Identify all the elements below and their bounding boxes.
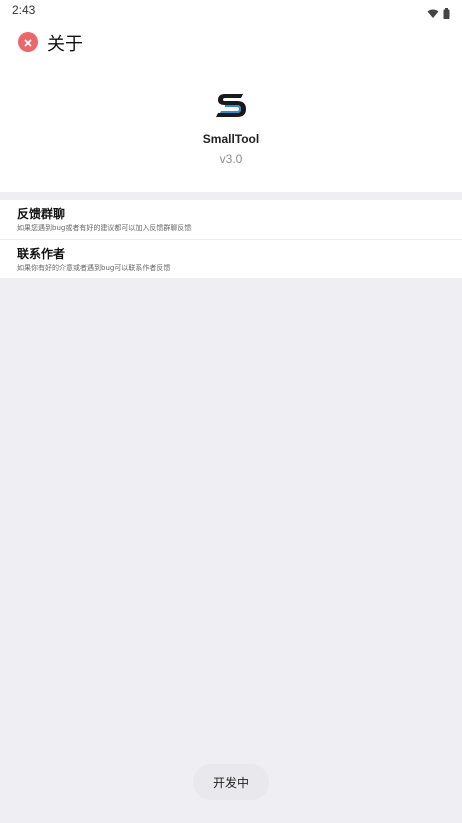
list-item-description: 如果您遇到bug或者有好的建议都可以加入反馈群聊反馈 [17,224,192,232]
app-name: SmallTool [202,132,260,146]
page-title: 关于 [47,34,83,55]
status-time: 2:43 [12,3,36,17]
app-logo-icon [215,91,247,119]
about-header: 关于 SmallTool v3.0 [0,20,462,192]
close-icon [23,33,33,52]
app-version: v3.0 [219,152,243,166]
toast-message: 开发中 [193,764,269,800]
top-bar: 关于 [0,20,462,64]
list-item-title: 反馈群聊 [17,207,66,221]
status-bar: 2:43 [0,0,462,20]
list-item-description: 如果你有好的介意或者遇到bug可以联系作者反馈 [17,264,171,272]
list-item-feedback-group[interactable]: 反馈群聊 如果您遇到bug或者有好的建议都可以加入反馈群聊反馈 [0,200,462,239]
list-item-contact-author[interactable]: 联系作者 如果你有好的介意或者遇到bug可以联系作者反馈 [0,239,462,278]
close-button[interactable] [18,32,38,52]
list-item-title: 联系作者 [17,247,66,261]
about-options-list: 反馈群聊 如果您遇到bug或者有好的建议都可以加入反馈群聊反馈 联系作者 如果你… [0,200,462,278]
